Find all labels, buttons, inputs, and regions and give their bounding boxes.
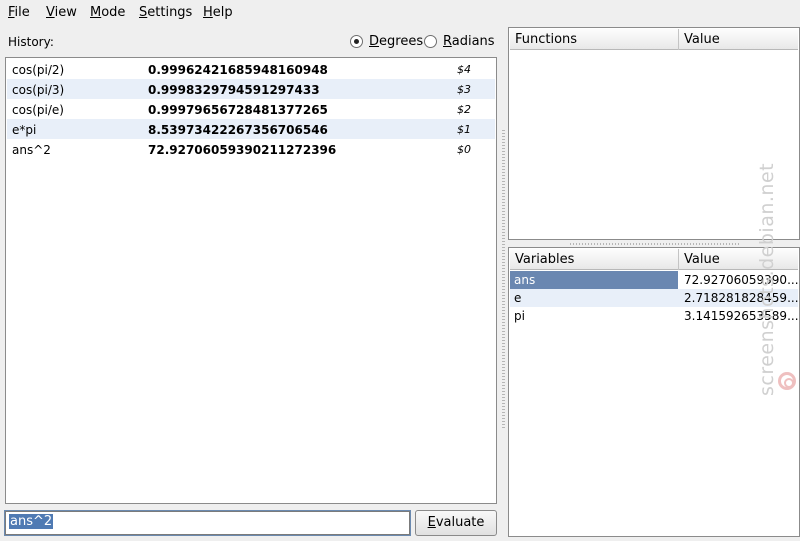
menubar: File View Mode Settings Help [0,0,800,24]
menu-mode[interactable]: Mode [90,5,125,20]
variable-row[interactable]: pi 3.141592653589... [510,307,798,325]
history-row[interactable]: cos(pi/2) 0.99962421685948160948 $4 [7,59,495,79]
history-row[interactable]: cos(pi/3) 0.9998329794591297433 $3 [7,79,495,99]
variable-name: e [514,291,522,305]
menu-file[interactable]: File [8,5,30,20]
history-result: 8.53973422267356706546 [148,123,328,137]
history-id: $4 [457,63,471,76]
variable-row[interactable]: ans 72.92706059390... [510,271,798,289]
variable-value: 2.718281828459... [684,291,798,305]
history-list[interactable]: cos(pi/2) 0.99962421685948160948 $4 cos(… [5,57,497,504]
history-row[interactable]: cos(pi/e) 0.99979656728481377265 $2 [7,99,495,119]
variable-name: pi [514,309,525,323]
variable-value: 3.141592653589... [684,309,798,323]
history-result: 0.9998329794591297433 [148,83,320,97]
degrees-radio[interactable]: Degrees [350,34,423,49]
variables-value-column-header[interactable]: Value [679,249,799,270]
expression-input-text: ans^2 [9,514,54,529]
functions-header: Functions Value [510,29,798,50]
history-label: History: [8,35,54,49]
history-result: 0.99979656728481377265 [148,103,328,117]
variables-header: Variables Value [510,249,798,270]
debian-swirl-icon [778,372,796,390]
history-expression: cos(pi/2) [12,63,65,77]
history-expression: cos(pi/e) [12,103,64,117]
radio-checked-icon [350,35,363,48]
history-id: $2 [457,103,471,116]
menu-view[interactable]: View [46,5,77,20]
radians-radio[interactable]: Radians [424,34,495,49]
variable-value: 72.92706059390... [684,273,798,287]
functions-value-column-header[interactable]: Value [679,29,799,50]
menu-settings[interactable]: Settings [139,5,192,20]
history-result: 0.99962421685948160948 [148,63,328,77]
variable-name: ans [510,271,678,289]
variable-row[interactable]: e 2.718281828459... [510,289,798,307]
variables-column-header[interactable]: Variables [510,249,679,270]
history-row[interactable]: ans^2 72.92706059390211272396 $0 [7,139,495,159]
history-expression: cos(pi/3) [12,83,65,97]
radio-unchecked-icon [424,35,437,48]
history-id: $1 [457,123,471,136]
expression-input[interactable]: ans^2 [4,510,411,536]
evaluate-button[interactable]: Evaluate [415,510,497,536]
menu-help[interactable]: Help [203,5,233,20]
horizontal-splitter-handle[interactable] [570,243,740,245]
history-expression: e*pi [12,123,37,137]
radians-label: Radians [443,34,495,49]
functions-column-header[interactable]: Functions [510,29,679,50]
degrees-label: Degrees [369,34,424,49]
history-row[interactable]: e*pi 8.53973422267356706546 $1 [7,119,495,139]
history-expression: ans^2 [12,143,51,157]
watermark-text: screenshots.debian.net [756,162,778,396]
history-id: $0 [457,143,471,156]
history-result: 72.92706059390211272396 [148,143,337,157]
history-id: $3 [457,83,471,96]
vertical-splitter-handle[interactable] [502,130,505,430]
